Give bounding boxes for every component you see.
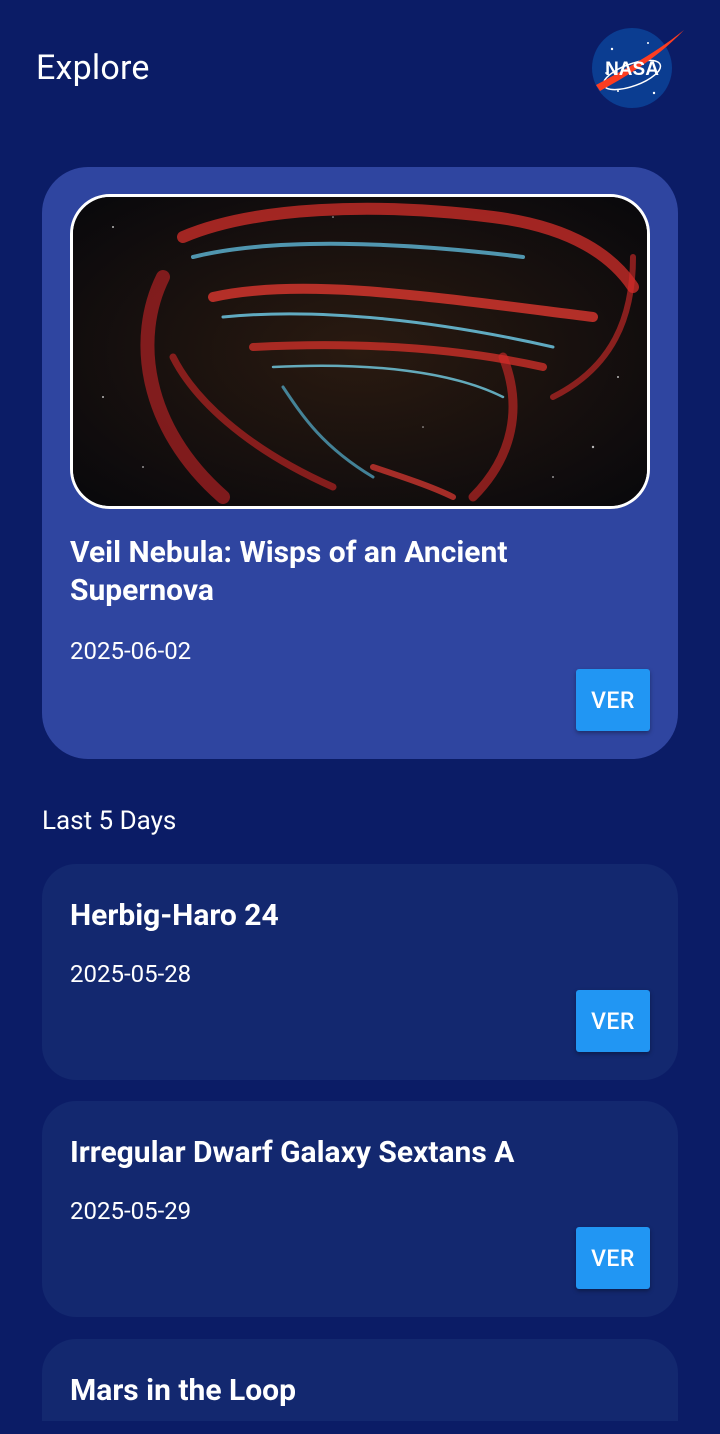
list-item[interactable]: Irregular Dwarf Galaxy Sextans A 2025-05… [42,1101,678,1317]
featured-title: Veil Nebula: Wisps of an Ancient Superno… [70,535,508,608]
ver-button[interactable]: VER [576,1227,650,1289]
svg-text:NASA: NASA [605,59,659,80]
section-label-last-5-days: Last 5 Days [42,806,177,836]
list-item[interactable]: Herbig-Haro 24 2025-05-28 VER [42,864,678,1080]
featured-ver-button[interactable]: VER [576,669,650,731]
nasa-logo-icon: NASA [588,25,686,109]
list-item-date: 2025-05-28 [70,960,192,988]
featured-image[interactable] [70,194,650,509]
list-item[interactable]: Mars in the Loop [42,1339,678,1421]
featured-date: 2025-06-02 [70,637,192,665]
list-item-title: Mars in the Loop [70,1373,296,1408]
explore-screen: Explore NASA Veil Nebula: Wisps of an An… [0,0,720,1434]
featured-card[interactable]: Veil Nebula: Wisps of an Ancient Superno… [42,167,678,759]
list-item-title: Herbig-Haro 24 [70,898,279,933]
page-title: Explore [36,48,150,88]
list-item-date: 2025-05-29 [70,1197,192,1225]
list-item-title: Irregular Dwarf Galaxy Sextans A [70,1135,515,1170]
ver-button[interactable]: VER [576,990,650,1052]
screen-bottom-edge [0,1421,720,1434]
